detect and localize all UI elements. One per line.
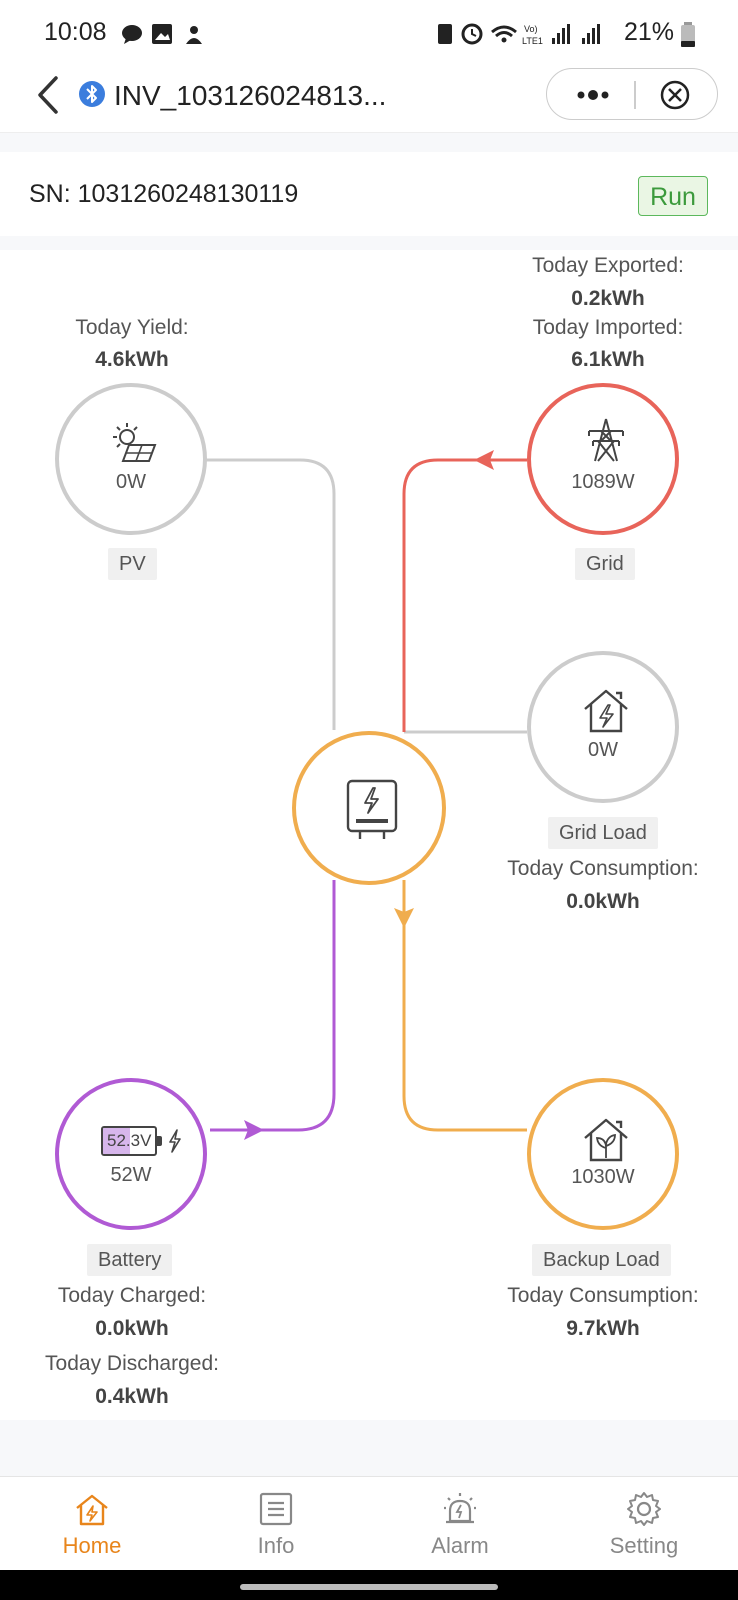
gear-icon <box>627 1492 661 1526</box>
grid-exported-label: Today Exported: <box>532 254 684 277</box>
grid-node[interactable]: 1089W <box>527 383 679 535</box>
grid-flow-line <box>402 458 527 732</box>
battery-flow-line <box>210 880 336 1132</box>
backup-load-power: 1030W <box>571 1166 635 1188</box>
nav-info-label: Info <box>257 1533 295 1558</box>
charging-bolt-icon <box>169 1129 181 1153</box>
section-gap <box>0 133 738 152</box>
battery-icon: 52.3V <box>101 1126 157 1156</box>
section-gap <box>0 1420 738 1476</box>
backup-consumption-label: Today Consumption: <box>507 1284 699 1307</box>
bottom-nav: Home Info Alarm Setting <box>0 1476 738 1571</box>
solar-panel-icon <box>113 423 157 462</box>
inverter-icon <box>346 779 398 839</box>
grid-imported-label: Today Imported: <box>532 316 684 339</box>
pv-node[interactable]: 0W <box>55 383 207 535</box>
battery-node[interactable]: 52.3V 52W <box>55 1078 207 1230</box>
grid-power: 1089W <box>571 471 635 493</box>
grid-load-tag: Grid Load <box>548 817 658 849</box>
back-icon[interactable] <box>32 74 62 116</box>
grid-imported-value: 6.1kWh <box>571 348 645 371</box>
battery-percent: 21% <box>624 18 675 46</box>
page-title: INV_103126024813... <box>114 80 387 111</box>
inverter-node[interactable] <box>292 731 446 885</box>
more-options-icon[interactable] <box>569 83 619 107</box>
status-badge: Run <box>638 176 708 216</box>
nav-setting[interactable]: Setting <box>552 1477 736 1571</box>
status-bar: 10:08 Vo) LTE1 21% <box>0 0 738 68</box>
pv-yield-value: 4.6kWh <box>95 348 169 371</box>
pv-tag: PV <box>108 548 157 580</box>
pv-yield-label: Today Yield: <box>75 316 189 339</box>
home-gesture-pill[interactable] <box>240 1584 498 1590</box>
nav-info[interactable]: Info <box>184 1477 368 1571</box>
grid-load-node[interactable]: 0W <box>527 651 679 803</box>
clock: 10:08 <box>44 18 107 46</box>
grid-load-consumption-value: 0.0kWh <box>566 890 640 913</box>
home-icon <box>76 1494 108 1526</box>
battery-status-icon <box>681 22 695 47</box>
battery-charged-value: 0.0kWh <box>95 1317 169 1340</box>
nav-setting-label: Setting <box>609 1533 679 1558</box>
power-tower-icon <box>588 418 624 462</box>
svg-text:Vo): Vo) <box>524 24 538 34</box>
capsule-divider <box>634 81 636 109</box>
battery-terminal <box>157 1136 162 1146</box>
battery-charged-label: Today Charged: <box>57 1284 207 1307</box>
battery-discharged-label: Today Discharged: <box>45 1352 219 1375</box>
mini-program-capsule <box>546 68 718 120</box>
battery-discharged-value: 0.4kWh <box>95 1385 169 1408</box>
grid-exported-value: 0.2kWh <box>571 287 645 310</box>
backup-load-node[interactable]: 1030W <box>527 1078 679 1230</box>
serial-number: SN: 1031260248130119 <box>29 180 299 208</box>
battery-tag: Battery <box>87 1244 173 1276</box>
pv-flow-line <box>206 458 336 730</box>
nav-home-label: Home <box>62 1533 122 1558</box>
backup-flow-line <box>402 880 527 1132</box>
document-icon <box>259 1492 293 1526</box>
grid-tag: Grid <box>575 548 635 580</box>
nav-alarm[interactable]: Alarm <box>368 1477 552 1571</box>
nav-alarm-label: Alarm <box>431 1533 489 1558</box>
pv-power: 0W <box>116 471 146 493</box>
svg-text:LTE1: LTE1 <box>522 36 543 46</box>
house-bolt-icon <box>584 689 628 733</box>
grid-load-consumption-label: Today Consumption: <box>507 857 699 880</box>
system-status-icons: Vo) LTE1 <box>438 23 600 46</box>
battery-soc: 52.3V <box>107 1131 152 1150</box>
grid-load-power: 0W <box>588 739 618 761</box>
alarm-icon <box>444 1493 476 1524</box>
device-info-bar: SN: 1031260248130119 Run <box>0 152 738 236</box>
header: INV_103126024813... <box>0 68 738 133</box>
battery-power: 52W <box>110 1164 152 1186</box>
backup-load-tag: Backup Load <box>532 1244 671 1276</box>
section-gap <box>0 236 738 250</box>
house-leaf-icon <box>584 1118 628 1162</box>
bluetooth-icon <box>79 81 105 107</box>
notification-icons <box>122 24 202 44</box>
nav-home[interactable]: Home <box>0 1477 184 1571</box>
backup-consumption-value: 9.7kWh <box>566 1317 640 1340</box>
close-icon[interactable] <box>659 79 691 111</box>
